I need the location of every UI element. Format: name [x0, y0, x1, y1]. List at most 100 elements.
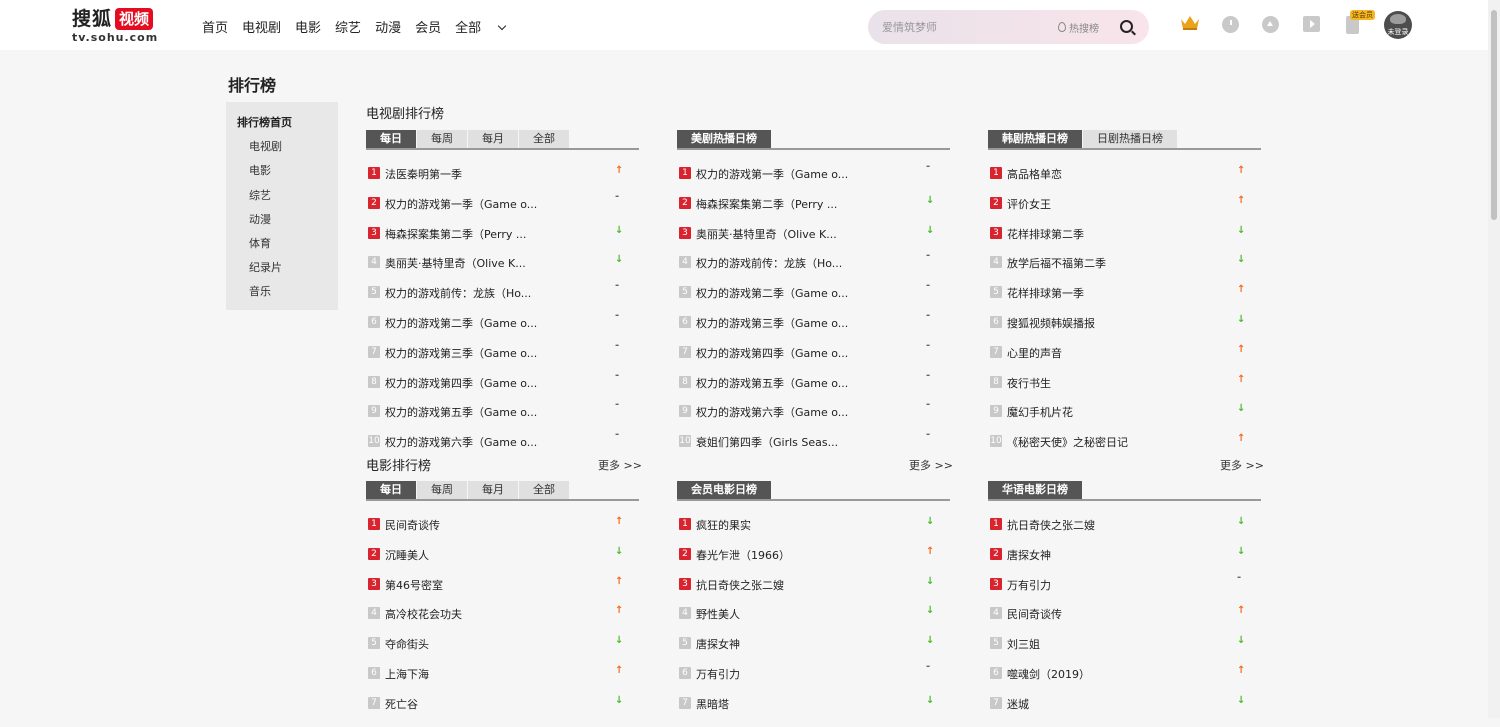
item-title[interactable]: 民间奇谈传	[1007, 606, 1062, 622]
movie-tab-all[interactable]: 全部	[519, 481, 569, 499]
sidebar-item-music[interactable]: 音乐	[226, 283, 338, 307]
item-title[interactable]: 夜行书生	[1007, 375, 1051, 391]
list-item[interactable]: 3 花样排球第二季 ↓	[988, 225, 1248, 257]
item-title[interactable]: 梅森探案集第二季（Perry ...	[696, 196, 837, 212]
item-title[interactable]: 沉睡美人	[385, 547, 429, 563]
scrollbar-thumb[interactable]	[1491, 10, 1497, 220]
item-title[interactable]: 《秘密天使》之秘密日记	[1007, 434, 1128, 450]
sidebar-item-tv[interactable]: 电视剧	[226, 138, 338, 162]
list-item[interactable]: 7 黑暗塔 ↓	[677, 695, 937, 727]
list-item[interactable]: 10 衰姐们第四季（Girls Seas... -	[677, 429, 937, 465]
item-title[interactable]: 黑暗塔	[696, 696, 729, 712]
item-title[interactable]: 迷城	[1007, 696, 1029, 712]
vip-gift-badge[interactable]: 送会员	[1350, 10, 1375, 20]
tab-cn-movie-daily[interactable]: 华语电影日榜	[988, 481, 1082, 499]
movie-tab-daily[interactable]: 每日	[366, 481, 416, 499]
item-title[interactable]: 法医秦明第一季	[385, 166, 462, 182]
item-title[interactable]: 噬魂剑（2019）	[1007, 666, 1090, 682]
scrollbar[interactable]	[1488, 0, 1500, 718]
tab-monthly[interactable]: 每月	[468, 130, 518, 148]
list-item[interactable]: 4 高冷校花会功夫 ↑	[366, 605, 626, 637]
list-item[interactable]: 4 奥丽芙·基特里奇（Olive K... ↓	[366, 254, 626, 286]
item-title[interactable]: 权力的游戏第五季（Game o...	[385, 404, 537, 420]
sidebar-item-variety[interactable]: 综艺	[226, 187, 338, 211]
tab-jp-drama-daily[interactable]: 日剧热播日榜	[1083, 130, 1177, 148]
item-title[interactable]: 权力的游戏第二季（Game o...	[385, 315, 537, 331]
item-title[interactable]: 权力的游戏第六季（Game o...	[385, 434, 537, 450]
list-item[interactable]: 5 刘三姐 ↓	[988, 635, 1248, 667]
list-item[interactable]: 9 魔幻手机片花 ↓	[988, 403, 1248, 435]
list-item[interactable]: 7 权力的游戏第四季（Game o... -	[677, 340, 937, 376]
list-item[interactable]: 5 权力的游戏第二季（Game o... -	[677, 280, 937, 316]
list-item[interactable]: 8 权力的游戏第四季（Game o... -	[366, 370, 626, 406]
list-item[interactable]: 3 万有引力 -	[988, 572, 1248, 608]
list-item[interactable]: 9 权力的游戏第五季（Game o... -	[366, 399, 626, 435]
list-item[interactable]: 7 死亡谷 ↓	[366, 695, 626, 727]
list-item[interactable]: 7 权力的游戏第三季（Game o... -	[366, 340, 626, 376]
nav-variety[interactable]: 综艺	[335, 17, 361, 36]
list-item[interactable]: 1 抗日奇侠之张二嫂 ↓	[988, 516, 1248, 548]
list-item[interactable]: 3 梅森探案集第二季（Perry ... ↓	[366, 225, 626, 257]
list-item[interactable]: 8 夜行书生 ↑	[988, 374, 1248, 406]
list-item[interactable]: 4 民间奇谈传 ↑	[988, 605, 1248, 637]
list-item[interactable]: 1 疯狂的果实 ↓	[677, 516, 937, 548]
search-input[interactable]	[882, 20, 1052, 34]
item-title[interactable]: 评价女王	[1007, 196, 1051, 212]
list-item[interactable]: 5 权力的游戏前传：龙族（Ho... -	[366, 280, 626, 316]
list-item[interactable]: 6 权力的游戏第二季（Game o... -	[366, 310, 626, 346]
tv-more-link[interactable]: 更多 >>	[598, 457, 642, 473]
list-item[interactable]: 7 心里的声音 ↑	[988, 344, 1248, 376]
list-item[interactable]: 1 法医秦明第一季 ↑	[366, 165, 626, 197]
item-title[interactable]: 魔幻手机片花	[1007, 404, 1073, 420]
list-item[interactable]: 10 《秘密天使》之秘密日记 ↑	[988, 433, 1248, 465]
item-title[interactable]: 唐探女神	[1007, 547, 1051, 563]
item-title[interactable]: 抗日奇侠之张二嫂	[1007, 517, 1095, 533]
tab-daily[interactable]: 每日	[366, 130, 416, 148]
list-item[interactable]: 5 夺命街头 ↓	[366, 635, 626, 667]
item-title[interactable]: 衰姐们第四季（Girls Seas...	[696, 434, 838, 450]
item-title[interactable]: 权力的游戏第三季（Game o...	[385, 345, 537, 361]
item-title[interactable]: 权力的游戏第四季（Game o...	[385, 375, 537, 391]
tab-us-drama-daily[interactable]: 美剧热播日榜	[677, 130, 771, 148]
nav-anime[interactable]: 动漫	[375, 17, 401, 36]
nav-home[interactable]: 首页	[202, 17, 228, 36]
item-title[interactable]: 万有引力	[1007, 577, 1051, 593]
movie-tab-monthly[interactable]: 每月	[468, 481, 518, 499]
user-avatar[interactable]: 未登录	[1384, 11, 1412, 39]
list-item[interactable]: 6 权力的游戏第三季（Game o... -	[677, 310, 937, 346]
list-item[interactable]: 3 抗日奇侠之张二嫂 ↓	[677, 576, 937, 608]
tab-kr-drama-daily[interactable]: 韩剧热播日榜	[988, 130, 1082, 148]
item-title[interactable]: 唐探女神	[696, 636, 740, 652]
list-item[interactable]: 1 高品格单恋 ↑	[988, 165, 1248, 197]
item-title[interactable]: 花样排球第二季	[1007, 226, 1084, 242]
sidebar-item-anime[interactable]: 动漫	[226, 211, 338, 235]
item-title[interactable]: 权力的游戏第三季（Game o...	[696, 315, 848, 331]
list-item[interactable]: 2 沉睡美人 ↓	[366, 546, 626, 578]
list-item[interactable]: 4 权力的游戏前传：龙族（Ho... -	[677, 250, 937, 286]
list-item[interactable]: 1 权力的游戏第一季（Game o... -	[677, 161, 937, 197]
item-title[interactable]: 死亡谷	[385, 696, 418, 712]
item-title[interactable]: 抗日奇侠之张二嫂	[696, 577, 784, 593]
sidebar-item-movie[interactable]: 电影	[226, 162, 338, 186]
item-title[interactable]: 心里的声音	[1007, 345, 1062, 361]
nav-movie[interactable]: 电影	[295, 17, 321, 36]
list-item[interactable]: 6 上海下海 ↑	[366, 665, 626, 697]
item-title[interactable]: 夺命街头	[385, 636, 429, 652]
item-title[interactable]: 春光乍泄（1966）	[696, 547, 790, 563]
item-title[interactable]: 民间奇谈传	[385, 517, 440, 533]
item-title[interactable]: 权力的游戏第一季（Game o...	[385, 196, 537, 212]
item-title[interactable]: 放学后福不福第二季	[1007, 255, 1106, 271]
list-item[interactable]: 5 花样排球第一季 ↑	[988, 284, 1248, 316]
item-title[interactable]: 权力的游戏第六季（Game o...	[696, 404, 848, 420]
vip-crown-icon[interactable]	[1180, 15, 1200, 31]
upload-cloud-icon[interactable]	[1262, 16, 1279, 33]
item-title[interactable]: 权力的游戏第一季（Game o...	[696, 166, 848, 182]
list-item[interactable]: 6 搜狐视频韩娱播报 ↓	[988, 314, 1248, 346]
item-title[interactable]: 权力的游戏第四季（Game o...	[696, 345, 848, 361]
item-title[interactable]: 奥丽芙·基特里奇（Olive K...	[385, 255, 526, 271]
item-title[interactable]: 搜狐视频韩娱播报	[1007, 315, 1095, 331]
item-title[interactable]: 疯狂的果实	[696, 517, 751, 533]
list-item[interactable]: 2 唐探女神 ↓	[988, 546, 1248, 578]
item-title[interactable]: 权力的游戏前传：龙族（Ho...	[696, 255, 842, 271]
list-item[interactable]: 5 唐探女神 ↓	[677, 635, 937, 667]
